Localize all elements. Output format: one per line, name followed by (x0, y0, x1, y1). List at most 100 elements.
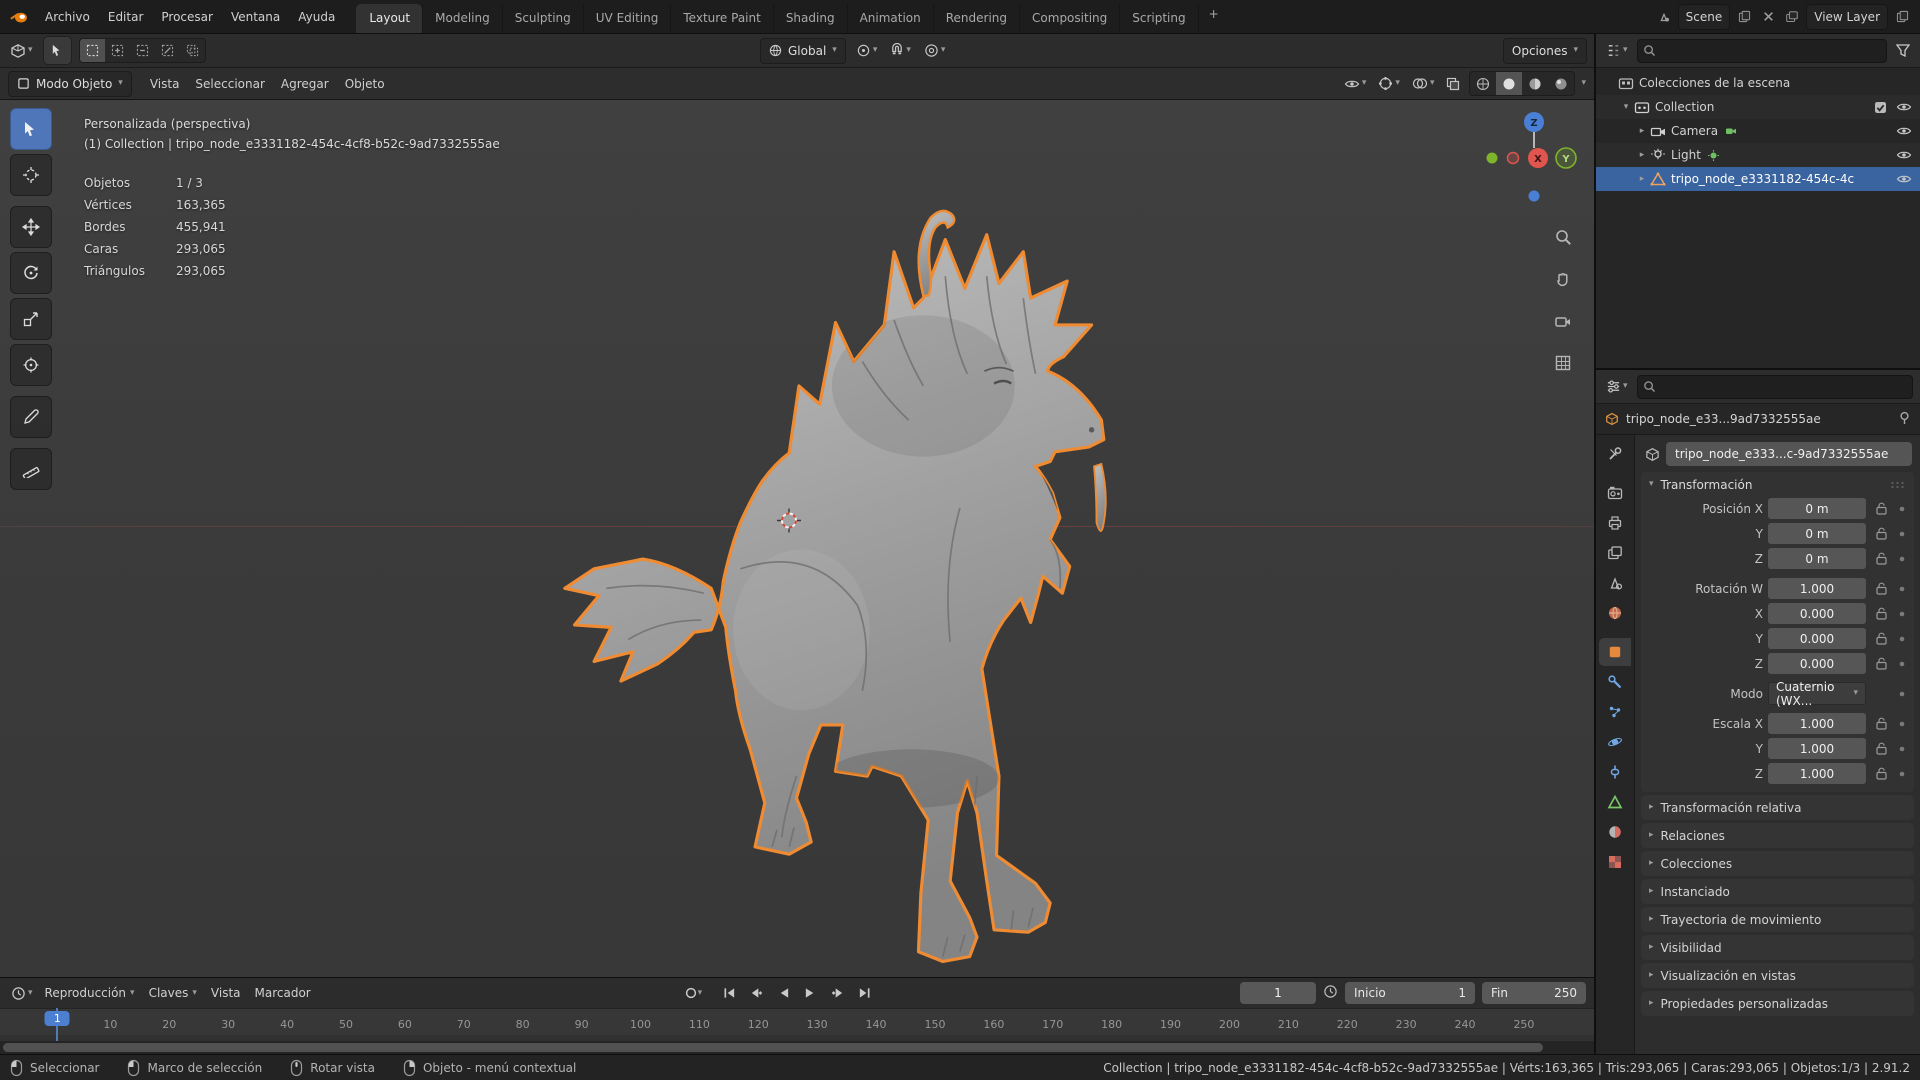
timeline-menu-claves[interactable]: Claves ▾ (142, 986, 204, 1000)
workspace-tab-layout[interactable]: Layout (356, 4, 423, 33)
workspace-tab-texture-paint[interactable]: Texture Paint (670, 4, 772, 33)
unlink-scene-icon[interactable] (1758, 5, 1778, 29)
transform-value-field[interactable]: 0 m (1768, 523, 1866, 544)
frame-tick[interactable]: 220 (1337, 1018, 1358, 1031)
frame-tick[interactable]: 130 (807, 1018, 828, 1031)
animate-dot-icon[interactable] (1896, 660, 1908, 668)
lock-open-icon[interactable] (1871, 742, 1891, 755)
select-intersect-button[interactable] (180, 39, 205, 62)
shading-solid-button[interactable] (1496, 72, 1523, 95)
options-dropdown[interactable]: Opciones ▾ (1502, 37, 1587, 64)
editor-type-timeline-button[interactable]: ▾ (8, 981, 36, 1005)
menubar-item-archivo[interactable]: Archivo (36, 0, 99, 33)
transform-value-field[interactable]: 1.000 (1768, 738, 1866, 759)
properties-tab-world[interactable] (1599, 599, 1631, 627)
workspace-tab-shading[interactable]: Shading (772, 4, 847, 33)
timeline-scrollbar[interactable] (0, 1041, 1594, 1054)
lock-open-icon[interactable] (1871, 632, 1891, 645)
play-button[interactable] (799, 982, 823, 1004)
object-visibility-dropdown[interactable]: ▾ (1341, 72, 1370, 96)
timeline-menu-vista[interactable]: Vista (204, 986, 248, 1000)
frame-end-field[interactable]: Fin 250 (1482, 982, 1586, 1004)
frame-tick[interactable]: 160 (983, 1018, 1004, 1031)
menubar-item-ventana[interactable]: Ventana (222, 0, 289, 33)
disclosure-right-icon[interactable]: ▸ (1634, 174, 1650, 184)
filter-icon[interactable] (1893, 39, 1913, 63)
properties-search-input[interactable] (1636, 374, 1913, 399)
disclosure-right-icon[interactable]: ▸ (1634, 126, 1650, 136)
visibility-eye-icon[interactable] (1896, 125, 1912, 137)
editor-type-3dview-button[interactable]: ▾ (7, 39, 36, 63)
transform-value-field[interactable]: 0.000 (1768, 603, 1866, 624)
lock-open-icon[interactable] (1871, 607, 1891, 620)
visibility-eye-icon[interactable] (1896, 173, 1912, 185)
menubar-item-editar[interactable]: Editar (99, 0, 153, 33)
viewport-menu-vista[interactable]: Vista (142, 77, 188, 91)
editor-type-outliner-button[interactable]: ▾ (1603, 39, 1631, 63)
animate-dot-icon[interactable] (1896, 745, 1908, 753)
disclosure-right-icon[interactable]: ▸ (1634, 150, 1650, 160)
properties-tab-particles[interactable] (1599, 698, 1631, 726)
orthographic-grid-icon[interactable] (1554, 354, 1572, 375)
scene-selector[interactable]: Scene (1677, 3, 1731, 30)
new-view-layer-icon[interactable] (1892, 5, 1912, 29)
move-tool-button[interactable] (10, 206, 52, 248)
animate-dot-icon[interactable] (1896, 585, 1908, 593)
pin-icon[interactable] (1898, 411, 1911, 428)
properties-tab-physics[interactable] (1599, 728, 1631, 756)
current-frame-marker[interactable]: 1 (44, 1011, 70, 1026)
active-tool-icon[interactable] (42, 36, 72, 65)
prev-keyframe-button[interactable] (745, 982, 769, 1004)
disclosure-down-icon[interactable]: ▾ (1618, 102, 1634, 112)
properties-tab-constraints[interactable] (1599, 758, 1631, 786)
transform-value-field[interactable]: 1.000 (1768, 578, 1866, 599)
frame-tick[interactable]: 140 (866, 1018, 887, 1031)
frame-tick[interactable]: 60 (398, 1018, 412, 1031)
viewport-3d[interactable]: Personalizada (perspectiva) (1) Collecti… (0, 100, 1594, 977)
frame-start-field[interactable]: Inicio 1 (1345, 982, 1475, 1004)
frame-tick[interactable]: 80 (516, 1018, 530, 1031)
frame-tick[interactable]: 90 (575, 1018, 589, 1031)
frame-tick[interactable]: 70 (457, 1018, 471, 1031)
lock-open-icon[interactable] (1871, 767, 1891, 780)
proportional-editing-toggle[interactable]: ▾ (921, 39, 949, 63)
frame-tick[interactable]: 170 (1042, 1018, 1063, 1031)
viewport-menu-seleccionar[interactable]: Seleccionar (187, 77, 272, 91)
transform-panel-header[interactable]: ▾ Transformación (1641, 472, 1914, 497)
animate-dot-icon[interactable] (1896, 610, 1908, 618)
properties-tab-tool[interactable] (1599, 440, 1631, 468)
workspace-tab-animation[interactable]: Animation (846, 4, 933, 33)
timeline-menu-marcador[interactable]: Marcador (248, 986, 318, 1000)
view-layer-selector[interactable]: View Layer (1806, 3, 1888, 30)
properties-tab-modifiers[interactable] (1599, 668, 1631, 696)
transform-value-field[interactable]: 1.000 (1768, 763, 1866, 784)
transform-value-field[interactable]: 0 m (1768, 498, 1866, 519)
overlays-dropdown[interactable]: ▾ (1409, 72, 1438, 96)
snapping-magnet-toggle[interactable]: ▾ (887, 39, 914, 63)
workspace-tab-modeling[interactable]: Modeling (422, 4, 502, 33)
panel-colecciones[interactable]: ▸ Colecciones (1641, 851, 1914, 876)
collection-checkbox[interactable] (1874, 101, 1887, 114)
animate-dot-icon[interactable] (1896, 690, 1908, 698)
animate-dot-icon[interactable] (1896, 635, 1908, 643)
cursor-tool-button[interactable] (10, 154, 52, 196)
frame-tick[interactable]: 230 (1396, 1018, 1417, 1031)
panel-visualizaci-n-en-vistas[interactable]: ▸ Visualización en vistas (1641, 963, 1914, 988)
annotate-tool-button[interactable] (10, 396, 52, 438)
menubar-item-procesar[interactable]: Procesar (152, 0, 222, 33)
timeline-track[interactable] (0, 1035, 1594, 1041)
view-layer-browse-icon[interactable] (1782, 5, 1802, 29)
transform-tool-button[interactable] (10, 344, 52, 386)
frame-tick[interactable]: 120 (748, 1018, 769, 1031)
new-scene-icon[interactable] (1734, 5, 1754, 29)
workspace-tab-compositing[interactable]: Compositing (1019, 4, 1119, 33)
visibility-eye-icon[interactable] (1896, 149, 1912, 161)
frame-tick[interactable]: 250 (1513, 1018, 1534, 1031)
auto-keying-record-button[interactable]: ▾ (681, 982, 705, 1004)
properties-tab-data[interactable] (1599, 788, 1631, 816)
frame-tick[interactable]: 150 (924, 1018, 945, 1031)
lock-open-icon[interactable] (1871, 717, 1891, 730)
workspace-tab-uv-editing[interactable]: UV Editing (582, 4, 671, 33)
frame-tick[interactable]: 240 (1455, 1018, 1476, 1031)
add-workspace-button[interactable]: + (1199, 0, 1229, 33)
